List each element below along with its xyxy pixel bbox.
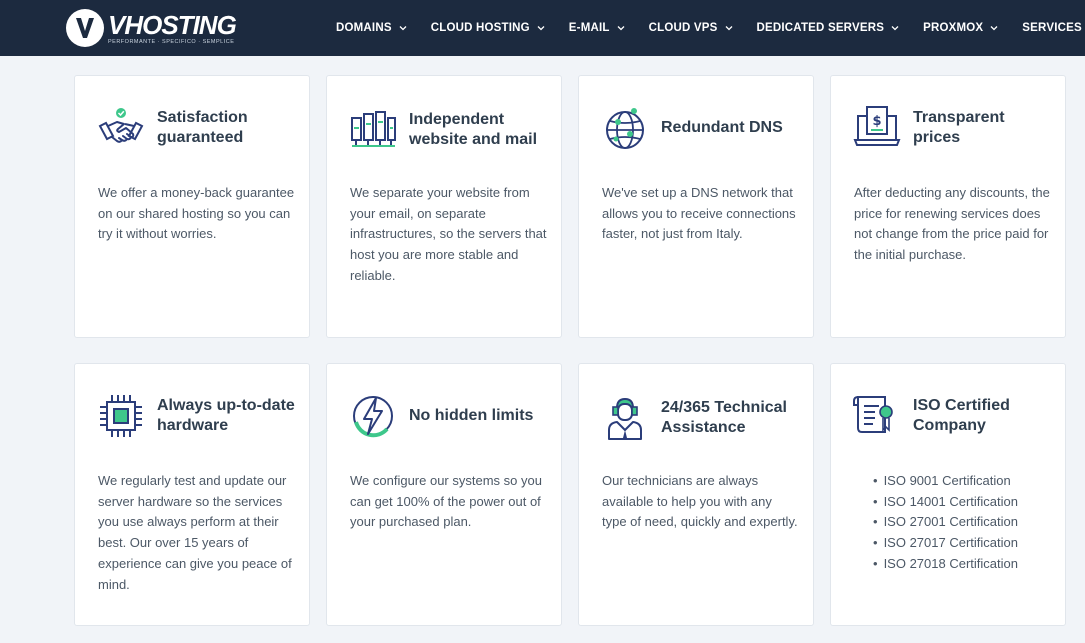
price-laptop-icon: $ [853,104,901,152]
brand-name: VHOSTING [108,9,237,40]
feature-card-prices: $ Transparent prices After deducting any… [830,75,1066,338]
feature-card-hardware: Always up-to-date hardware We regularly … [74,363,310,626]
nav-cloud-vps-label: CLOUD VPS [648,22,718,34]
nav-proxmox-label: PROXMOX [923,22,984,34]
nav-services[interactable]: SERVICES [1022,22,1085,34]
nav-proxmox[interactable]: PROXMOX [923,22,998,34]
feature-description: Our technicians are always available to … [602,473,798,530]
nav-cloud-hosting[interactable]: CLOUD HOSTING [431,22,545,34]
nav-domains[interactable]: DOMAINS [336,22,407,34]
feature-description: We regularly test and update our server … [98,473,292,592]
feature-card-satisfaction: Satisfaction guaranteed We offer a money… [74,75,310,338]
chevron-down-icon [617,26,625,31]
feature-title: ISO Certified Company [913,396,1010,435]
main-menu: DOMAINS CLOUD HOSTING E-MAIL CLOUD VPS D… [336,0,1085,56]
feature-card-independent: Independent website and mail We separate… [326,75,562,338]
logo-v-icon [66,9,104,47]
cpu-chip-icon [97,392,145,440]
feature-card-limits: No hidden limits We configure our system… [326,363,562,626]
feature-description: We've set up a DNS network that allows y… [602,185,796,242]
nav-services-label: SERVICES [1022,22,1082,34]
nav-cloud-hosting-label: CLOUD HOSTING [430,22,530,34]
feature-title: Satisfaction guaranteed [157,108,248,147]
feature-title: Always up-to-date hardware [157,396,295,435]
globe-network-icon [601,104,649,152]
brand-logo[interactable]: VHOSTING PERFORMANTE · SPECIFICO · SEMPL… [66,6,237,50]
handshake-icon [97,104,145,152]
nav-dedicated-servers-label: DEDICATED SERVERS [756,22,885,34]
feature-title: 24/365 Technical Assistance [661,398,787,437]
support-agent-icon [601,394,649,442]
feature-description: We separate your website from your email… [350,185,547,283]
chevron-down-icon [725,26,732,31]
feature-description: We offer a money-back guarantee on our s… [98,185,295,242]
svg-text:$: $ [872,114,881,129]
certificate-icon [853,392,901,440]
list-item: ISO 14001 Certification [873,492,1018,513]
server-rack-icon [349,106,397,154]
nav-dedicated-servers[interactable]: DEDICATED SERVERS [757,22,900,34]
feature-description: We configure our systems so you can get … [350,473,542,530]
feature-description: After deducting any discounts, the price… [854,185,1050,263]
list-item: ISO 27018 Certification [873,554,1018,575]
list-item: ISO 27017 Certification [873,533,1018,554]
lightning-icon [349,392,397,440]
top-navbar: VHOSTING PERFORMANTE · SPECIFICO · SEMPL… [0,0,1085,56]
feature-title: No hidden limits [409,406,534,424]
nav-email-label: E-MAIL [568,22,610,34]
feature-title: Redundant DNS [661,118,783,136]
list-item: ISO 9001 Certification [873,471,1018,492]
nav-domains-label: DOMAINS [336,22,392,34]
nav-cloud-vps[interactable]: CLOUD VPS [649,22,733,34]
certification-list: ISO 9001 Certification ISO 14001 Certifi… [873,471,1018,575]
chevron-down-icon [891,26,899,31]
chevron-down-icon [537,26,545,31]
feature-title: Independent website and mail [409,110,538,149]
brand-tagline: PERFORMANTE · SPECIFICO · SEMPLICE [108,38,235,45]
feature-card-iso: ISO Certified Company ISO 9001 Certifica… [830,363,1066,626]
chevron-down-icon [990,26,998,31]
feature-card-dns: Redundant DNS We've set up a DNS network… [578,75,814,338]
feature-card-assistance: 24/365 Technical Assistance Our technici… [578,363,814,626]
list-item: ISO 27001 Certification [873,512,1018,533]
chevron-down-icon [399,26,407,31]
feature-title: Transparent prices [913,108,1005,147]
nav-email[interactable]: E-MAIL [569,22,625,34]
